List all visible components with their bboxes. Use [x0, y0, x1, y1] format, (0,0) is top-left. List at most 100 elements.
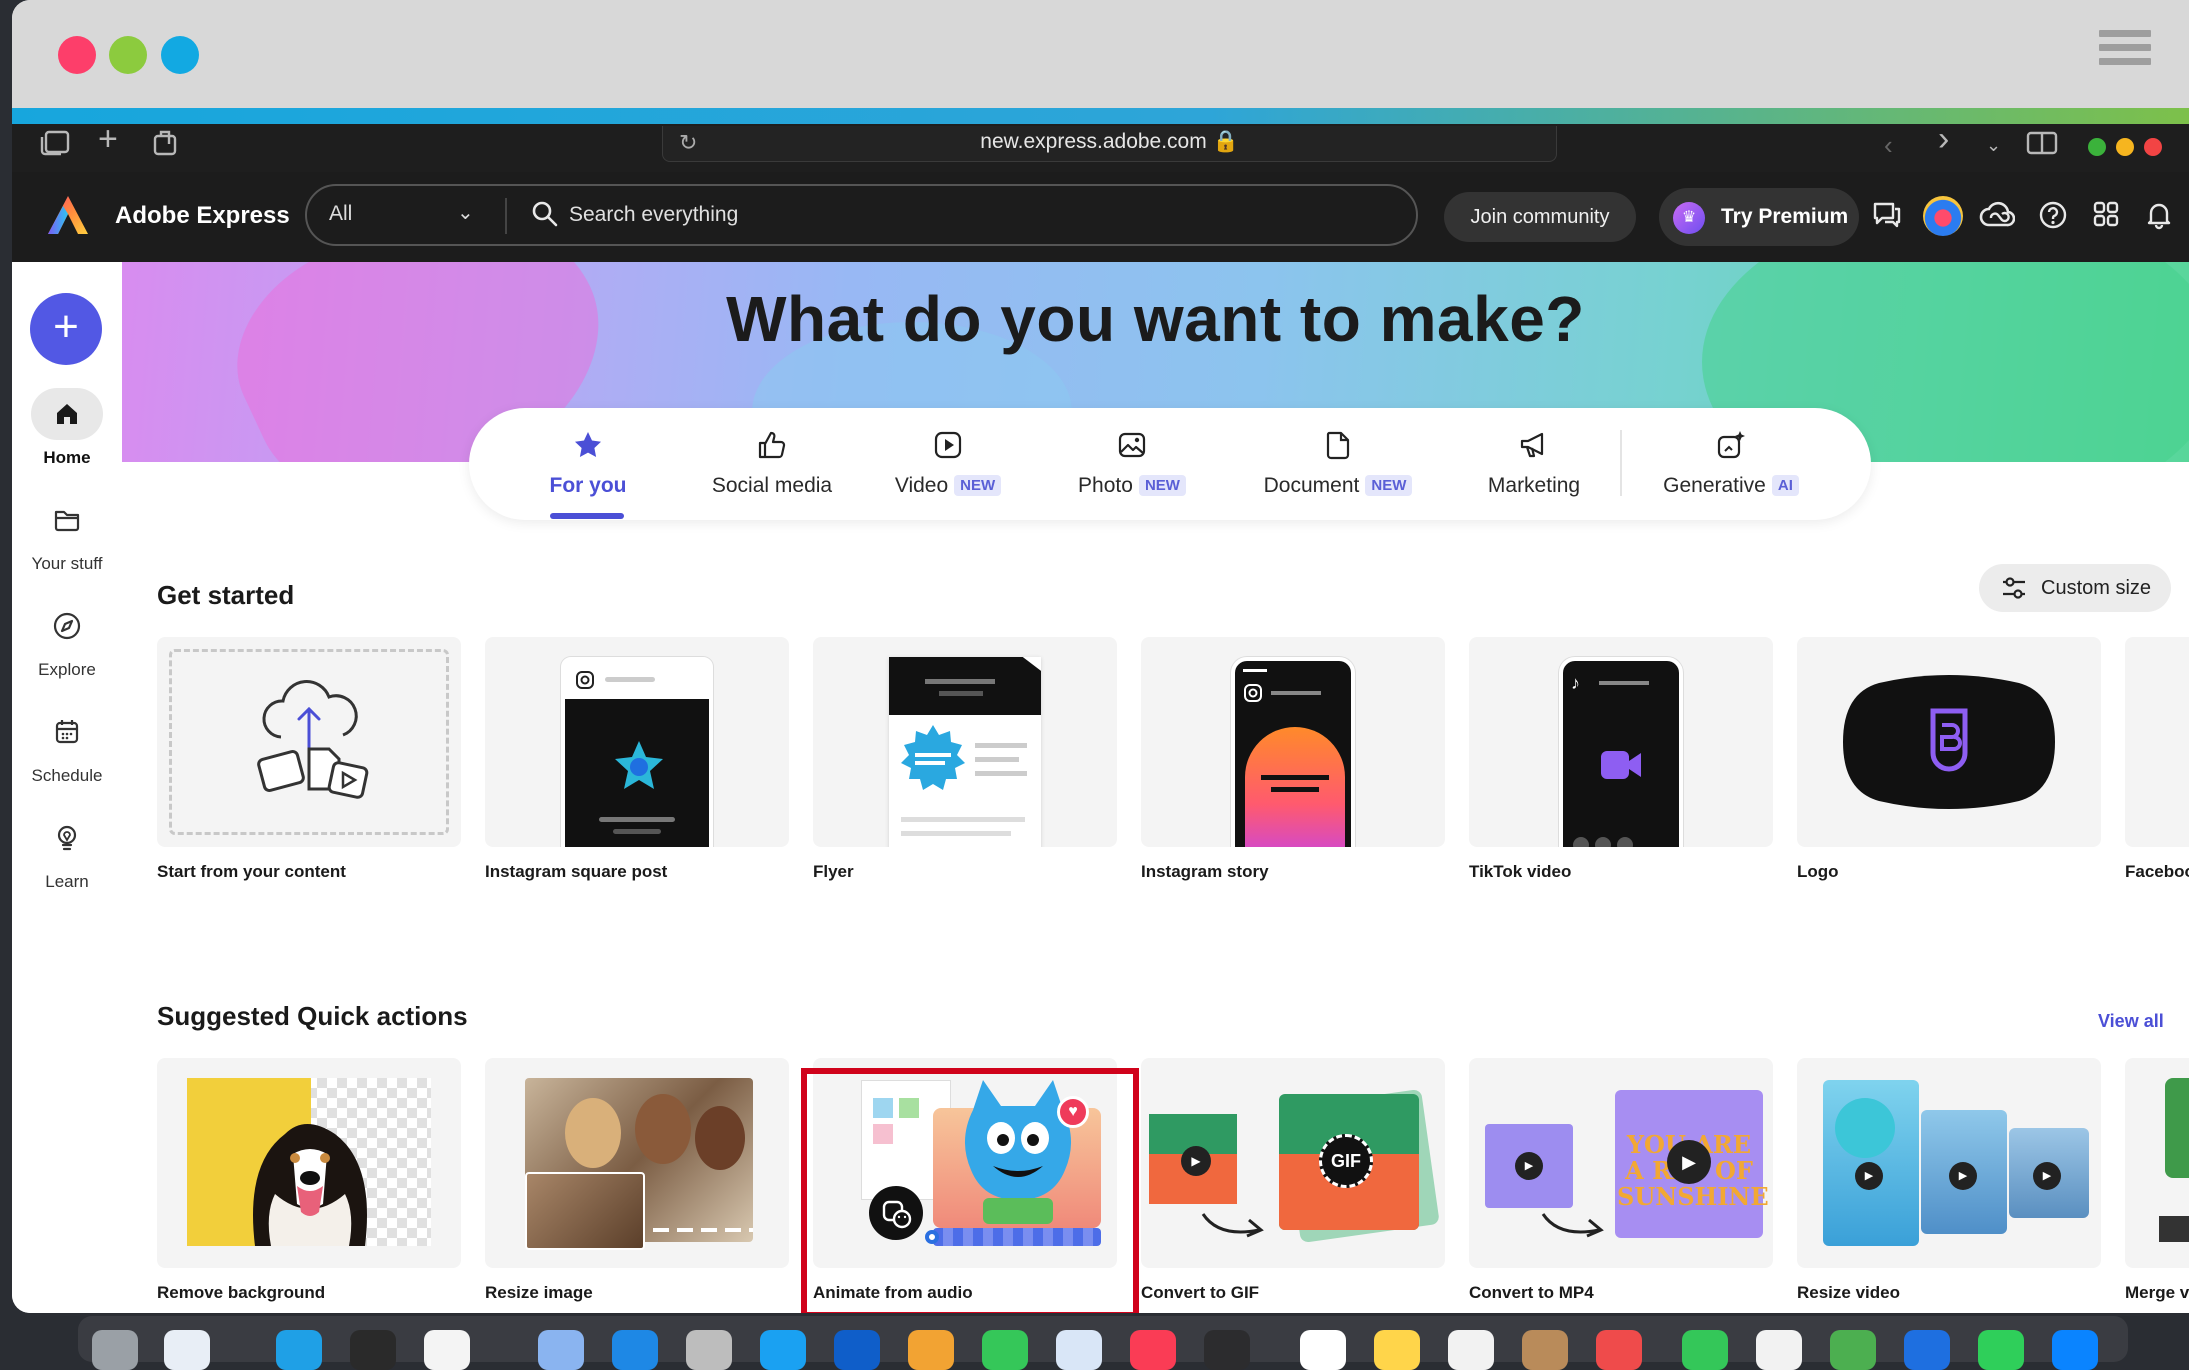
template-card-tiktok-video[interactable]: ♪ — [1469, 637, 1773, 847]
merge-thumb — [2165, 1078, 2189, 1178]
sidebar-item-home[interactable]: Home — [12, 388, 122, 468]
dock-app[interactable] — [1130, 1330, 1176, 1370]
template-card-start-from-content[interactable] — [157, 637, 461, 847]
tab-for-you[interactable]: For you — [543, 428, 633, 498]
sidebar-item-your-stuff[interactable]: Your stuff — [12, 494, 122, 574]
dock-app-trash[interactable] — [92, 1330, 138, 1370]
logo-badge-icon — [1843, 675, 2055, 809]
dock-app[interactable] — [1978, 1330, 2024, 1370]
card-label: Logo — [1797, 862, 1839, 881]
sidebar-item-learn[interactable]: Learn — [12, 812, 122, 892]
dock-app[interactable] — [1904, 1330, 1950, 1370]
forward-icon[interactable]: › — [1938, 122, 1949, 156]
dock-app[interactable] — [760, 1330, 806, 1370]
search-input[interactable] — [569, 196, 1269, 234]
search-bar: All ⌄ — [305, 184, 1418, 246]
new-tab-icon[interactable]: + — [98, 122, 118, 156]
search-category-select[interactable]: All — [329, 202, 352, 226]
template-card-flyer[interactable] — [813, 637, 1117, 847]
dock-app[interactable] — [834, 1330, 880, 1370]
lightbulb-icon — [57, 825, 77, 851]
tab-photo[interactable]: Photo NEW — [1077, 428, 1187, 498]
play-icon: ▶ — [2033, 1162, 2061, 1190]
dock-app[interactable] — [908, 1330, 954, 1370]
dock-app[interactable] — [350, 1330, 396, 1370]
dock-app[interactable] — [982, 1330, 1028, 1370]
quick-action-convert-to-mp4[interactable]: ▶ YOU ARE A RAY OF SUNSHINE ▶ — [1469, 1058, 1773, 1268]
tab-social-media[interactable]: Social media — [697, 428, 847, 498]
custom-size-button[interactable]: Custom size — [1979, 564, 2171, 612]
sidebar-toggle-icon[interactable] — [40, 130, 70, 162]
dock-app[interactable] — [1522, 1330, 1568, 1370]
share-icon[interactable] — [152, 130, 178, 162]
sidebar-item-schedule[interactable]: Schedule — [12, 706, 122, 786]
status-dot-yellow — [2116, 138, 2134, 156]
view-all-link[interactable]: View all — [2098, 1011, 2164, 1032]
dock-app[interactable] — [1830, 1330, 1876, 1370]
dock-app[interactable] — [1682, 1330, 1728, 1370]
back-icon[interactable]: ‹ — [1884, 130, 1893, 160]
close-window-button[interactable] — [58, 36, 96, 74]
tab-label: Video — [894, 474, 949, 497]
sidebar-item-label: Home — [43, 448, 91, 467]
dock-app[interactable] — [686, 1330, 732, 1370]
dock-app[interactable] — [1374, 1330, 1420, 1370]
tab-generative[interactable]: Generative AI — [1661, 428, 1801, 498]
try-premium-button[interactable]: ♛ Try Premium — [1659, 188, 1859, 246]
avatar[interactable] — [1923, 196, 1963, 236]
app-header: Adobe Express All ⌄ Join community ♛ Try… — [12, 172, 2189, 262]
create-new-button[interactable]: + — [30, 293, 102, 365]
placeholder-dot — [1595, 837, 1611, 847]
template-card-facebook[interactable] — [2125, 637, 2189, 847]
dock-app[interactable] — [276, 1330, 322, 1370]
dock-app[interactable] — [1300, 1330, 1346, 1370]
dock-app[interactable] — [2052, 1330, 2098, 1370]
dock-app-preview[interactable] — [164, 1330, 210, 1370]
tab-label: Social media — [711, 474, 833, 497]
card-label: Convert to GIF — [1141, 1283, 1260, 1302]
maximize-window-button[interactable] — [161, 36, 199, 74]
menu-icon[interactable] — [2099, 30, 2151, 80]
lock-icon: 🔒 — [1212, 130, 1239, 153]
reader-icon[interactable] — [2026, 130, 2058, 162]
help-icon[interactable] — [2036, 200, 2070, 234]
dock-app[interactable] — [1056, 1330, 1102, 1370]
dock-app[interactable] — [1204, 1330, 1250, 1370]
quick-action-resize-video[interactable]: ▶ ▶ ▶ — [1797, 1058, 2101, 1268]
creative-cloud-icon[interactable] — [1979, 200, 2016, 234]
address-bar[interactable]: ↻ new.express.adobe.com 🔒 — [662, 126, 1557, 162]
dock-app[interactable] — [1448, 1330, 1494, 1370]
photo-small — [525, 1172, 645, 1250]
quick-action-resize-image[interactable] — [485, 1058, 789, 1268]
tab-marketing[interactable]: Marketing — [1479, 428, 1589, 498]
tab-label: For you — [549, 474, 627, 497]
quick-action-convert-to-gif[interactable]: ▶ GIF — [1141, 1058, 1445, 1268]
chevron-down-icon[interactable]: ⌄ — [457, 200, 474, 225]
quick-action-remove-background[interactable] — [157, 1058, 461, 1268]
dock-app[interactable] — [538, 1330, 584, 1370]
try-premium-label: Try Premium — [1721, 205, 1849, 228]
phone-mockup — [561, 657, 713, 847]
template-card-instagram-story[interactable] — [1141, 637, 1445, 847]
apps-grid-icon[interactable] — [2089, 200, 2123, 234]
dock-app[interactable] — [612, 1330, 658, 1370]
sidebar-item-explore[interactable]: Explore — [12, 600, 122, 680]
dock-app[interactable] — [1756, 1330, 1802, 1370]
adobe-express-logo[interactable] — [46, 194, 90, 238]
section-title-quick-actions: Suggested Quick actions — [157, 1001, 468, 1031]
minimize-window-button[interactable] — [109, 36, 147, 74]
dock-app[interactable] — [1596, 1330, 1642, 1370]
calendar-icon — [55, 720, 79, 744]
status-dot-red — [2144, 138, 2162, 156]
chevron-down-icon[interactable]: ⌄ — [1986, 130, 2001, 160]
dock-app[interactable] — [424, 1330, 470, 1370]
template-card-logo[interactable] — [1797, 637, 2101, 847]
template-card-instagram-square[interactable] — [485, 637, 789, 847]
join-community-button[interactable]: Join community — [1444, 192, 1636, 242]
notification-bell-icon[interactable] — [2142, 200, 2176, 234]
quick-action-merge-video[interactable] — [2125, 1058, 2189, 1268]
chat-icon[interactable] — [1870, 200, 1904, 234]
play-icon: ▶ — [1181, 1146, 1211, 1176]
tab-document[interactable]: Document NEW — [1263, 428, 1413, 498]
tab-video[interactable]: Video NEW — [893, 428, 1003, 498]
